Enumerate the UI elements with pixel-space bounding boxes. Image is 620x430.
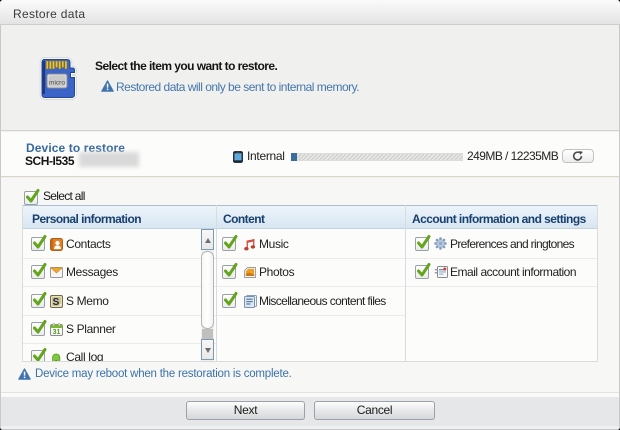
svg-text:31: 31 [53,329,61,336]
svg-text:micro: micro [49,80,65,87]
svg-text:S: S [53,297,60,308]
